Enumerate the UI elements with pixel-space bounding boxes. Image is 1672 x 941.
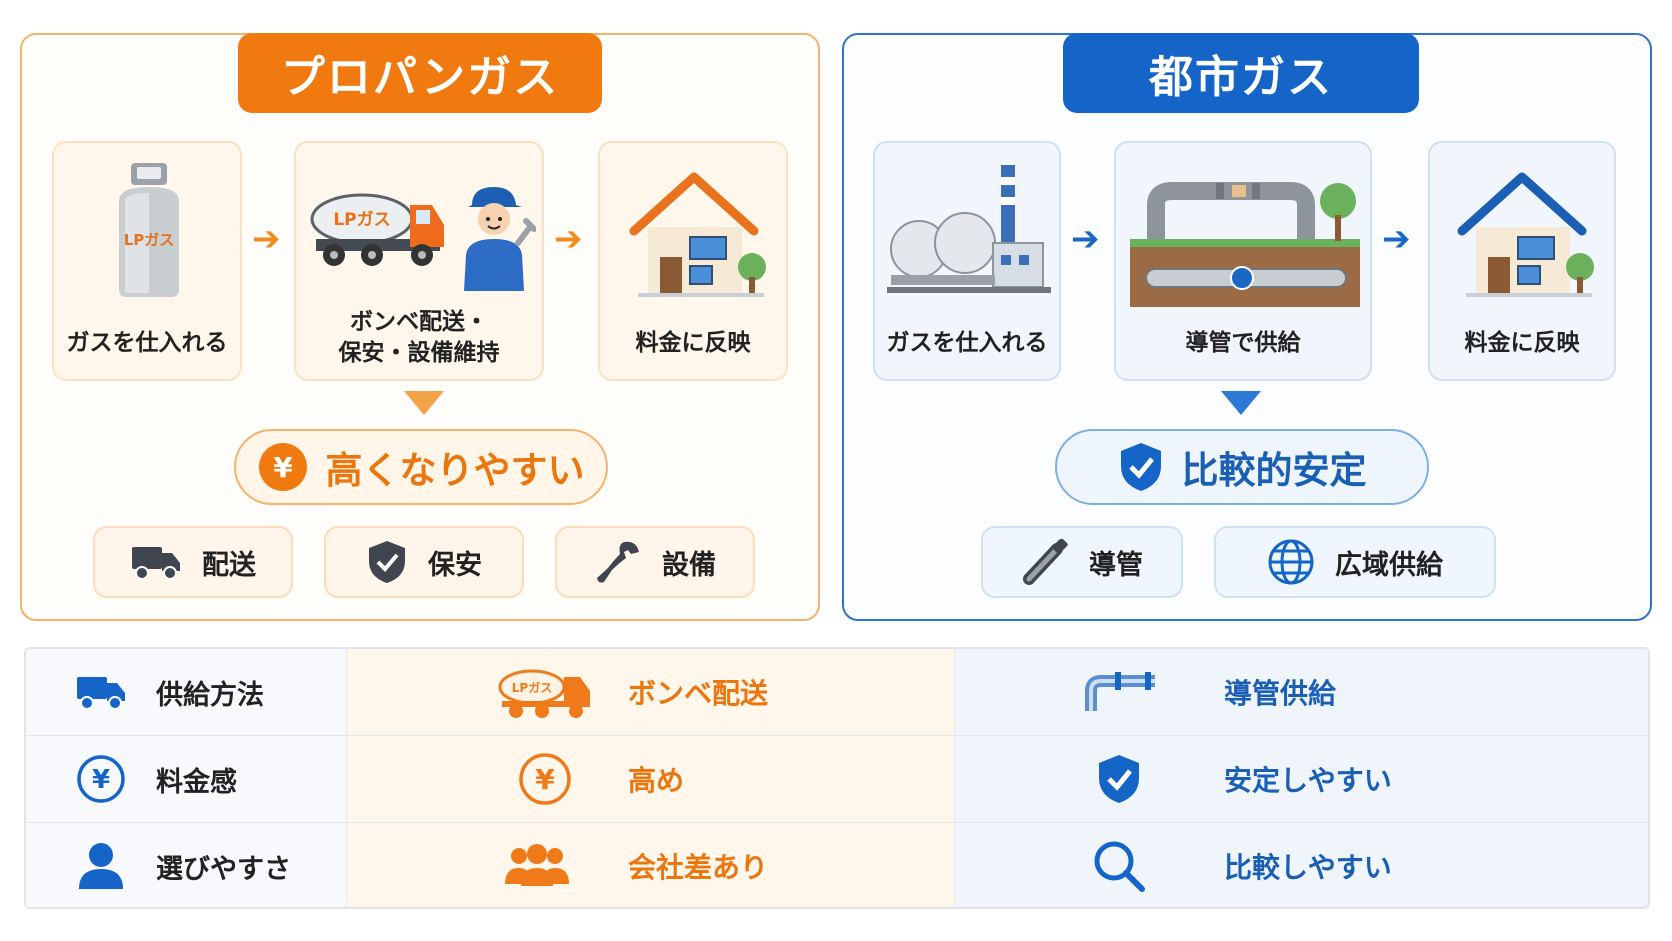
arrow-right-icon: ➔ <box>1071 219 1100 259</box>
truck-icon <box>130 543 182 581</box>
propane-step-purchase: LPガス ガスを仕入れる <box>52 141 242 381</box>
table-row-ease-of-choice: 選びやすさ 会社差あり 比較しやすい <box>26 823 1648 907</box>
propane-factor-delivery-label: 配送 <box>202 549 256 581</box>
gas-plant-icon <box>887 165 1051 293</box>
globe-icon <box>1267 538 1315 586</box>
yen-icon: ¥ <box>66 744 136 814</box>
row-label: 選びやすさ <box>156 853 291 885</box>
city-value: 比較しやすい <box>1224 851 1392 884</box>
worker-icon <box>464 187 536 291</box>
svg-text:¥: ¥ <box>535 763 555 796</box>
city-step-price: 料金に反映 <box>1428 141 1616 381</box>
propane-factor-safety-label: 保安 <box>428 549 482 581</box>
city-factor-pipe-label: 導管 <box>1089 549 1143 581</box>
people-icon <box>502 831 572 901</box>
propane-step-price-label: 料金に反映 <box>635 330 751 356</box>
propane-step-price: 料金に反映 <box>598 141 788 381</box>
row-label: 供給方法 <box>156 679 264 711</box>
propane-value: 高め <box>628 764 685 797</box>
arrow-down-icon <box>404 391 444 415</box>
propane-factor-safety: 保安 <box>324 526 524 598</box>
shield-check-icon <box>366 539 408 585</box>
city-factor-wide-area: 広域供給 <box>1214 526 1496 598</box>
city-factor-wide-area-label: 広域供給 <box>1335 549 1443 581</box>
city-value: 導管供給 <box>1224 677 1337 710</box>
city-result-text: 比較的安定 <box>1181 449 1367 492</box>
shield-check-icon <box>1084 744 1154 814</box>
house-icon <box>629 172 766 297</box>
propane-factor-delivery: 配送 <box>93 526 293 598</box>
propane-result: ¥ 高くなりやすい <box>234 429 608 505</box>
arrow-down-icon <box>1221 391 1261 415</box>
svg-text:¥: ¥ <box>273 451 293 484</box>
arrow-right-icon: ➔ <box>252 219 281 259</box>
pipeline-icon <box>1130 182 1360 307</box>
row-label: 料金感 <box>156 766 237 798</box>
yen-icon: ¥ <box>258 442 308 492</box>
city-step-purchase-label: ガスを仕入れる <box>886 330 1048 356</box>
shield-check-icon <box>1118 441 1164 493</box>
propane-value: 会社差あり <box>628 851 769 884</box>
arrow-right-icon: ➔ <box>1382 219 1411 259</box>
city-value: 安定しやすい <box>1224 764 1392 797</box>
city-step-pipeline: 導管で供給 <box>1114 141 1372 381</box>
gas-cylinder-icon: LPガス <box>119 163 179 297</box>
table-row-supply-method: 供給方法 LPガス ボンベ配送 導管供給 <box>26 649 1648 735</box>
table-row-price-feel: ¥ 料金感 ¥ 高め 安定しやすい <box>26 736 1648 822</box>
wrench-icon <box>594 538 642 586</box>
propane-value: ボンベ配送 <box>628 677 769 710</box>
propane-step-purchase-label: ガスを仕入れる <box>66 330 228 356</box>
person-icon <box>66 831 136 901</box>
truck-label: LPガス <box>333 210 390 230</box>
svg-text:¥: ¥ <box>92 765 110 795</box>
propane-step-delivery-label-1: ボンベ配送・ <box>350 309 488 335</box>
propane-result-text: 高くなりやすい <box>325 449 585 492</box>
cylinder-label: LPガス <box>124 231 175 249</box>
city-step-purchase: ガスを仕入れる <box>873 141 1061 381</box>
lp-truck-icon: LPガス <box>310 193 444 266</box>
pipe-icon <box>1076 657 1166 727</box>
propane-step-delivery: LPガス ボンベ配送・ 保安・設備維持 <box>294 141 544 381</box>
city-factor-pipe: 導管 <box>981 526 1183 598</box>
search-icon <box>1084 831 1154 901</box>
comparison-table: 供給方法 LPガス ボンベ配送 導管供給 ¥ 料金感 ¥ 高め 安定しやすい 選… <box>24 647 1650 909</box>
pipe-icon <box>1021 539 1069 585</box>
arrow-right-icon: ➔ <box>554 219 583 259</box>
propane-title: プロパンガス <box>238 33 602 113</box>
propane-step-delivery-label-2: 保安・設備維持 <box>338 340 500 366</box>
propane-factor-equipment: 設備 <box>555 526 755 598</box>
lp-truck-icon: LPガス <box>496 657 596 727</box>
city-result: 比較的安定 <box>1055 429 1429 505</box>
city-step-pipeline-label: 導管で供給 <box>1185 330 1301 356</box>
propane-factor-equipment-label: 設備 <box>662 549 716 581</box>
truck-label: LPガス <box>512 680 552 695</box>
city-step-price-label: 料金に反映 <box>1464 330 1580 356</box>
house-icon <box>1457 172 1594 297</box>
city-title: 都市ガス <box>1063 33 1419 113</box>
truck-icon <box>66 657 136 727</box>
yen-icon: ¥ <box>510 744 580 814</box>
